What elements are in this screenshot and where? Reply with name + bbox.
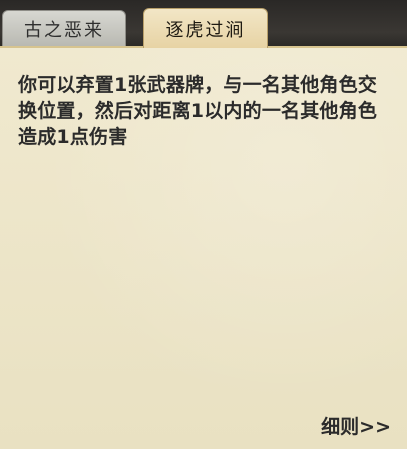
tab-bar: 古之恶来 逐虎过涧 <box>0 0 407 48</box>
skill-panel: 古之恶来 逐虎过涧 你可以弃置1张武器牌，与一名其他角色交换位置，然后对距离1以… <box>0 0 407 449</box>
tab-zhu-hu-guo-jian[interactable]: 逐虎过涧 <box>143 8 268 48</box>
tab-gu-zhi-e-lai[interactable]: 古之恶来 <box>2 10 126 46</box>
details-link[interactable]: 细则>> <box>321 412 391 439</box>
skill-content: 你可以弃置1张武器牌，与一名其他角色交换位置，然后对距离1以内的一名其他角色造成… <box>0 46 407 449</box>
skill-description: 你可以弃置1张武器牌，与一名其他角色交换位置，然后对距离1以内的一名其他角色造成… <box>18 74 378 148</box>
